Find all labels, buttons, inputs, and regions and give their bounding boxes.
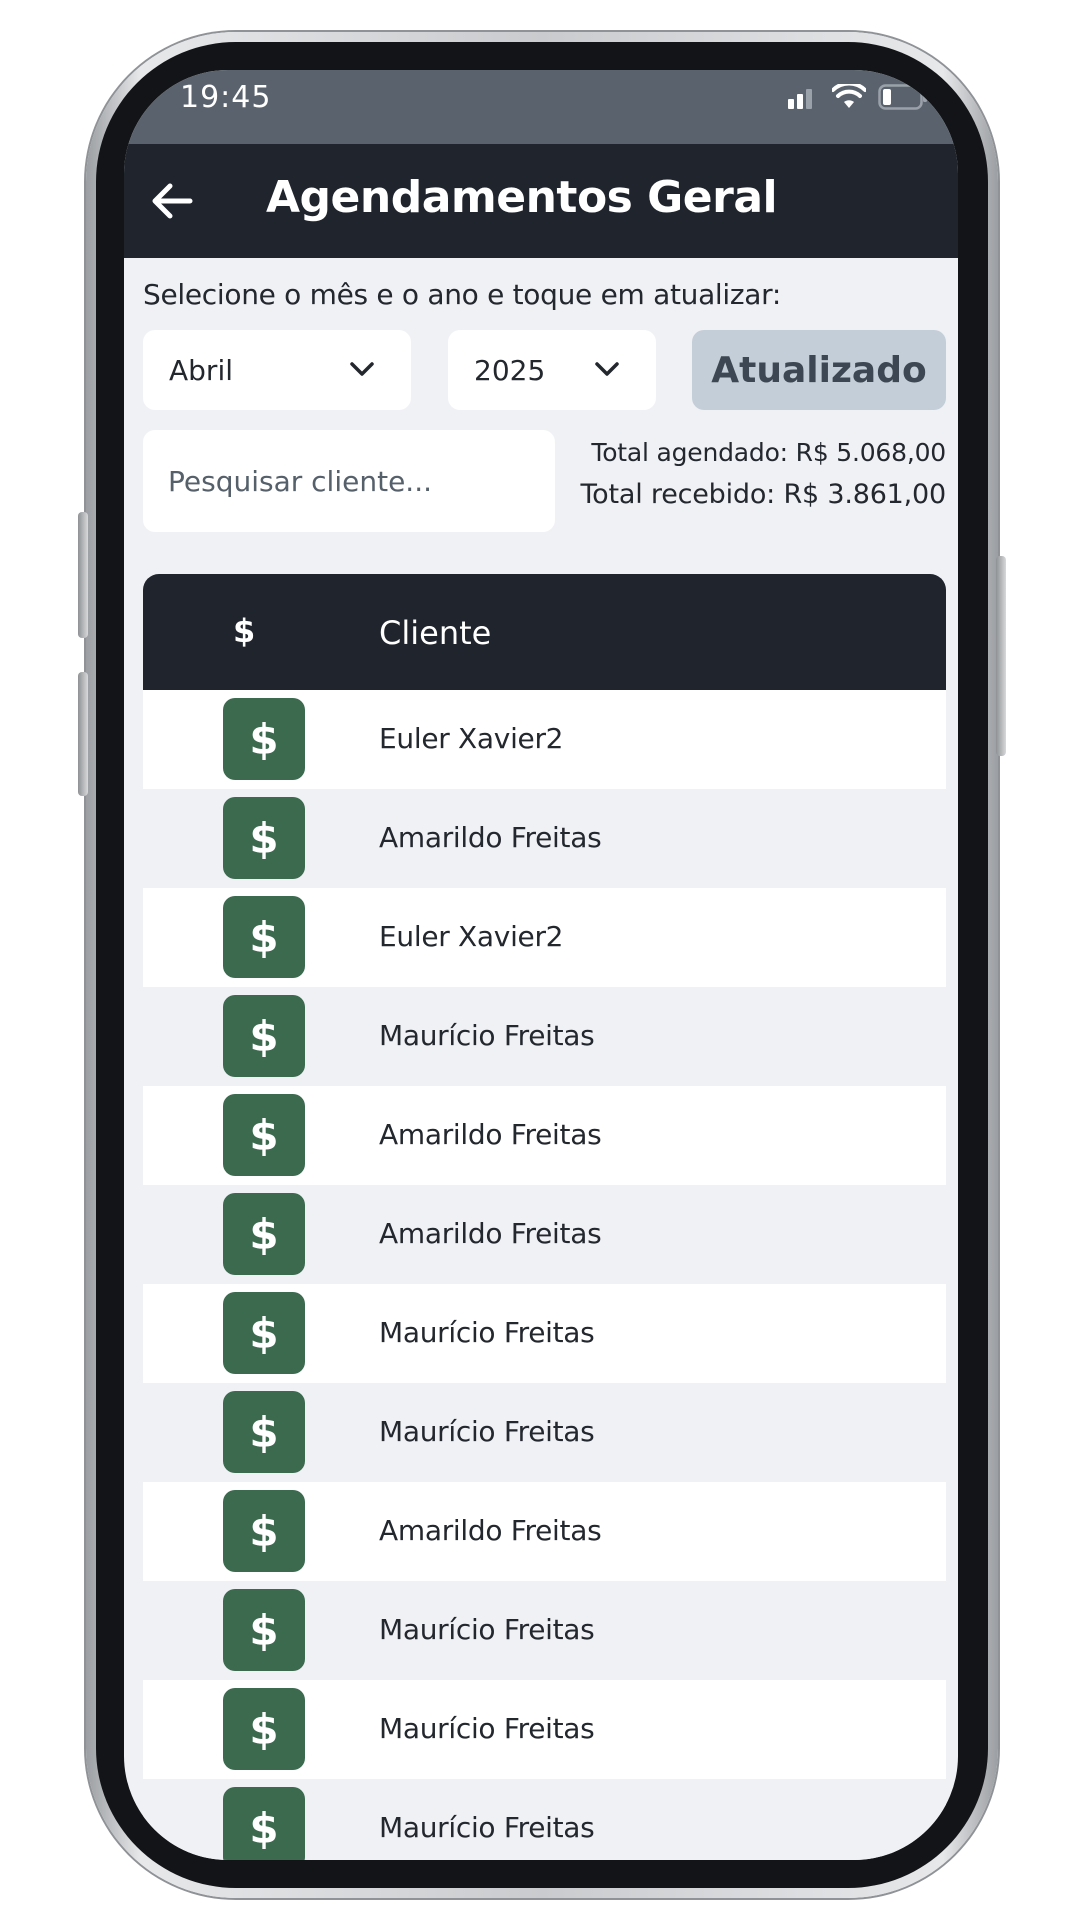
table-row[interactable]: $ Amarildo Freitas [143,789,946,888]
app-header: Agendamentos Geral [124,144,958,258]
table-row[interactable]: $ Maurício Freitas [143,1680,946,1779]
filter-instruction: Selecione o mês e o ano e toque em atual… [143,278,781,311]
client-name: Maurício Freitas [379,1712,595,1745]
year-select[interactable]: 2025 [448,330,656,410]
dollar-icon[interactable]: $ [223,797,305,879]
arrow-left-icon[interactable] [148,177,196,225]
appointments-table: $ Cliente $ Euler Xavier2 $ Amarildo Freita… [143,574,946,1860]
table-row[interactable]: $ Euler Xavier2 [143,690,946,789]
search-input[interactable] [143,430,555,532]
chevron-down-icon [350,362,374,376]
table-row[interactable]: $ Amarildo Freitas [143,1185,946,1284]
page-title: Agendamentos Geral [266,172,778,223]
client-name: Maurício Freitas [379,1613,595,1646]
client-name: Maurício Freitas [379,1019,595,1052]
status-bar: 19:45 [124,70,958,144]
dollar-icon[interactable]: $ [223,995,305,1077]
client-name: Amarildo Freitas [379,1514,602,1547]
dollar-icon[interactable]: $ [223,1391,305,1473]
table-row[interactable]: $ Amarildo Freitas [143,1482,946,1581]
volume-down-button [78,672,88,796]
dollar-icon[interactable]: $ [223,1688,305,1770]
total-scheduled: Total agendado: R$ 5.068,00 [591,438,946,467]
battery-icon [878,84,927,110]
table-row[interactable]: $ Amarildo Freitas [143,1086,946,1185]
total-received: Total recebido: R$ 3.861,00 [580,479,946,510]
client-name: Amarildo Freitas [379,1217,602,1250]
status-icons [786,84,928,110]
table-header: $ Cliente [143,574,946,690]
table-row[interactable]: $ Euler Xavier2 [143,888,946,987]
table-row[interactable]: $ Maurício Freitas [143,987,946,1086]
power-button [996,556,1006,756]
client-name: Euler Xavier2 [379,722,564,755]
table-row[interactable]: $ Maurício Freitas [143,1383,946,1482]
app-screen: 19:45 Agendamentos Geral Selecione o mês… [124,70,958,1860]
dollar-icon[interactable]: $ [223,896,305,978]
column-header-payment: $ [233,612,256,650]
client-name: Amarildo Freitas [379,821,602,854]
dollar-icon[interactable]: $ [223,1292,305,1374]
dollar-icon[interactable]: $ [223,1094,305,1176]
wifi-icon [832,84,866,108]
update-button[interactable]: Atualizado [692,330,946,410]
dollar-icon[interactable]: $ [223,698,305,780]
month-select-value: Abril [169,353,233,387]
client-name: Maurício Freitas [379,1811,595,1844]
totals-summary: Total agendado: R$ 5.068,00 Total recebi… [580,438,946,510]
column-header-client: Cliente [379,614,492,652]
signal-icon [788,89,812,109]
year-select-value: 2025 [474,353,546,387]
table-row[interactable]: $ Maurício Freitas [143,1581,946,1680]
table-body: $ Euler Xavier2 $ Amarildo Freitas $ Euler Xa… [143,690,946,1860]
table-row[interactable]: $ Maurício Freitas [143,1779,946,1860]
dollar-icon[interactable]: $ [223,1490,305,1572]
status-time: 19:45 [180,80,272,115]
month-select[interactable]: Abril [143,330,411,410]
table-row[interactable]: $ Maurício Freitas [143,1284,946,1383]
dollar-icon[interactable]: $ [223,1589,305,1671]
dollar-icon[interactable]: $ [223,1193,305,1275]
client-name: Maurício Freitas [379,1415,595,1448]
volume-up-button [78,512,88,638]
client-name: Amarildo Freitas [379,1118,602,1151]
client-name: Maurício Freitas [379,1316,595,1349]
dollar-icon[interactable]: $ [223,1787,305,1860]
client-name: Euler Xavier2 [379,920,564,953]
chevron-down-icon [595,362,619,376]
